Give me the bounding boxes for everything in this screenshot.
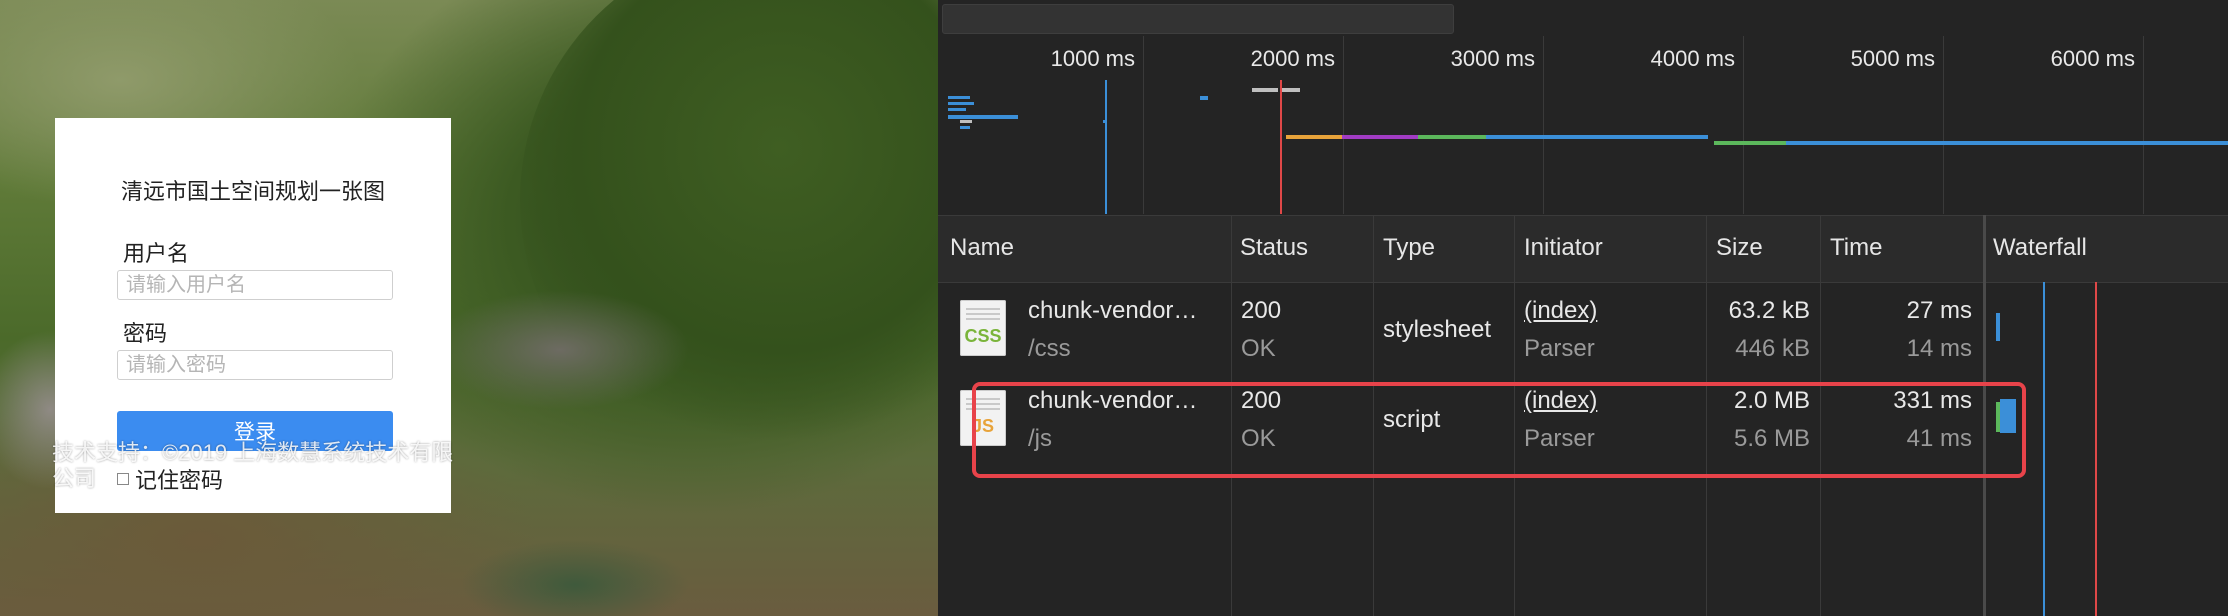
column-header-name[interactable]: Name xyxy=(950,234,1014,262)
dom-content-loaded-marker xyxy=(1105,80,1107,214)
column-header-waterfall[interactable]: Waterfall xyxy=(1993,234,2087,262)
overview-bar xyxy=(1200,96,1208,100)
password-input[interactable] xyxy=(117,350,393,380)
password-label: 密码 xyxy=(123,321,168,346)
request-type: stylesheet xyxy=(1383,316,1492,343)
waterfall-bar[interactable] xyxy=(1996,313,2000,341)
overview-bar xyxy=(1252,88,1278,92)
table-header: Name Status Type Initiator Size Time Wat… xyxy=(938,215,2228,283)
login-title: 清远市国土空间规划一张图 xyxy=(120,179,385,204)
pond-decor xyxy=(460,540,690,616)
request-path: /css xyxy=(1028,335,1071,362)
initiator-detail: Parser xyxy=(1524,335,1595,362)
overview-bar xyxy=(948,108,966,111)
overview-bar xyxy=(1282,88,1300,92)
column-header-type[interactable]: Type xyxy=(1383,234,1435,262)
css-icon-label: CSS xyxy=(964,326,1002,346)
devtools-network-panel: 1000 ms 2000 ms 3000 ms 4000 ms 5000 ms … xyxy=(938,0,2228,616)
copyright-footer: 技术支持：©2019 上海数慧系统技术有限公司 xyxy=(52,440,454,491)
css-file-icon: CSS xyxy=(960,300,1006,356)
overview-request-bars xyxy=(948,80,2228,214)
table-row[interactable]: CSS chunk-vendor… /css 200 OK stylesheet… xyxy=(938,285,2228,375)
login-page-background: 清远市国土空间规划一张图 用户名 密码 登录 记住密码 技术支持：©2019 上… xyxy=(0,0,938,616)
request-name[interactable]: chunk-vendor… xyxy=(1028,297,1197,325)
highlight-box xyxy=(972,382,2026,478)
load-event-marker xyxy=(1280,80,1282,214)
column-header-status[interactable]: Status xyxy=(1240,234,1308,262)
username-input[interactable] xyxy=(117,270,393,300)
transfer-size: 63.2 kB xyxy=(1728,297,1810,324)
overview-bar xyxy=(948,115,1018,119)
request-time: 27 ms xyxy=(1906,297,1972,324)
column-header-size[interactable]: Size xyxy=(1716,234,1763,262)
overview-bar xyxy=(1714,141,1786,145)
village-decor xyxy=(430,290,690,410)
network-overview-timeline[interactable]: 1000 ms 2000 ms 3000 ms 4000 ms 5000 ms … xyxy=(938,36,2228,214)
overview-bar xyxy=(948,102,974,105)
request-latency: 14 ms xyxy=(1906,335,1972,362)
overview-bar xyxy=(1286,135,1342,139)
username-label: 用户名 xyxy=(123,241,190,266)
initiator-link[interactable]: (index) xyxy=(1524,297,1597,325)
overview-bar xyxy=(1418,135,1486,139)
status-text: OK xyxy=(1241,335,1276,362)
status-code: 200 xyxy=(1241,297,1282,324)
overview-bar xyxy=(960,126,970,129)
devtools-filter-bar[interactable] xyxy=(942,4,1454,34)
overview-bar xyxy=(1342,135,1418,139)
overview-bar xyxy=(1486,135,1708,139)
overview-bar xyxy=(1786,141,2228,145)
resource-size: 446 kB xyxy=(1735,335,1810,362)
overview-bar xyxy=(960,120,972,123)
overview-bar xyxy=(948,96,970,99)
column-header-initiator[interactable]: Initiator xyxy=(1524,234,1603,262)
column-header-time[interactable]: Time xyxy=(1830,234,1882,262)
